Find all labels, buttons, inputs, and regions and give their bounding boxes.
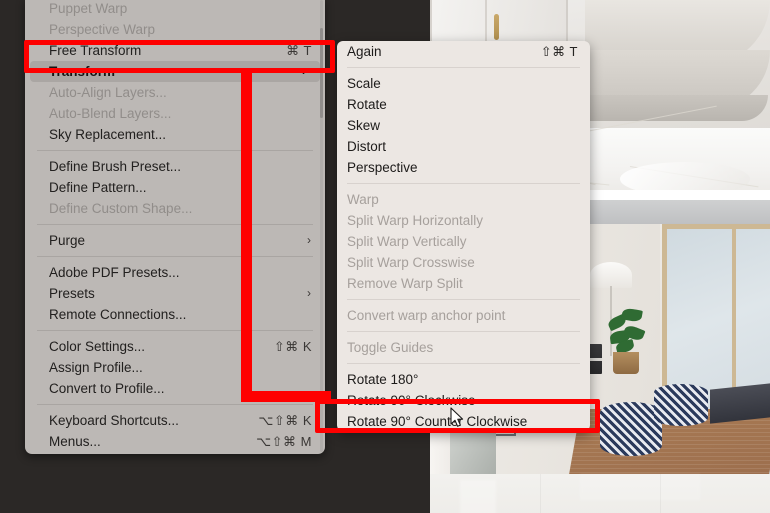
chevron-right-icon: › bbox=[307, 286, 311, 300]
submenu-item-distort[interactable]: Distort bbox=[337, 136, 590, 157]
menu-item-keyboard-shortcuts[interactable]: Keyboard Shortcuts... ⌥⇧⌘ K bbox=[25, 410, 325, 431]
menu-separator bbox=[37, 330, 313, 331]
chevron-right-icon: › bbox=[307, 233, 311, 247]
submenu-item-split-warp-vertically[interactable]: Split Warp Vertically bbox=[337, 231, 590, 252]
submenu-separator bbox=[347, 67, 580, 68]
submenu-item-label: Split Warp Vertically bbox=[347, 234, 467, 249]
menu-item-remote-connections[interactable]: Remote Connections... bbox=[25, 304, 325, 325]
menu-item-label: Remote Connections... bbox=[49, 307, 187, 322]
submenu-item-label: Split Warp Crosswise bbox=[347, 255, 475, 270]
menu-item-label: Purge bbox=[49, 233, 86, 248]
menu-item-toolbar[interactable]: Toolbar... bbox=[25, 452, 325, 454]
menu-item-label: Auto-Blend Layers... bbox=[49, 106, 172, 121]
submenu-item-label: Split Warp Horizontally bbox=[347, 213, 484, 228]
menu-item-label: Convert to Profile... bbox=[49, 381, 165, 396]
menu-separator bbox=[37, 150, 313, 151]
submenu-item-label: Warp bbox=[347, 192, 379, 207]
menu-item-label: Presets bbox=[49, 286, 95, 301]
callout-connector-vertical bbox=[241, 73, 252, 402]
menu-item-label: Color Settings... bbox=[49, 339, 146, 354]
submenu-item-toggle-guides[interactable]: Toggle Guides bbox=[337, 337, 590, 358]
menu-item-label: Sky Replacement... bbox=[49, 127, 167, 142]
submenu-item-convert-warp-anchor-point[interactable]: Convert warp anchor point bbox=[337, 305, 590, 326]
photo-plant-pot bbox=[613, 352, 639, 374]
photo-glossy-floor bbox=[430, 474, 770, 513]
menu-item-define-brush-preset[interactable]: Define Brush Preset... bbox=[25, 156, 325, 177]
submenu-item-label: Scale bbox=[347, 76, 381, 91]
menu-item-label: Menus... bbox=[49, 434, 101, 449]
menu-separator bbox=[37, 224, 313, 225]
submenu-item-label: Remove Warp Split bbox=[347, 276, 463, 291]
photo-ottoman-2 bbox=[654, 384, 708, 426]
submenu-item-label: Rotate 180° bbox=[347, 372, 419, 387]
submenu-item-perspective[interactable]: Perspective bbox=[337, 157, 590, 178]
menu-item-sky-replacement[interactable]: Sky Replacement... bbox=[25, 124, 325, 145]
mouse-cursor-arrow-icon bbox=[450, 407, 464, 427]
submenu-item-split-warp-horizontally[interactable]: Split Warp Horizontally bbox=[337, 210, 590, 231]
menu-item-perspective-warp[interactable]: Perspective Warp bbox=[25, 19, 325, 40]
submenu-item-label: Convert warp anchor point bbox=[347, 308, 506, 323]
menu-item-color-settings[interactable]: Color Settings... ⇧⌘ K bbox=[25, 336, 325, 357]
submenu-item-rotate[interactable]: Rotate bbox=[337, 94, 590, 115]
menu-item-label: Adobe PDF Presets... bbox=[49, 265, 180, 280]
transform-submenu-panel[interactable]: Again ⇧⌘ T Scale Rotate Skew Distort Per… bbox=[337, 41, 590, 431]
submenu-separator bbox=[347, 299, 580, 300]
menu-item-shortcut: ⌥⇧⌘ K bbox=[258, 413, 312, 428]
submenu-separator bbox=[347, 363, 580, 364]
menu-item-label: Assign Profile... bbox=[49, 360, 143, 375]
menu-separator bbox=[37, 256, 313, 257]
submenu-item-label: Skew bbox=[347, 118, 381, 133]
photo-ottoman-1 bbox=[600, 402, 662, 456]
photo-cabinet-handle bbox=[494, 14, 499, 40]
submenu-item-rotate-180[interactable]: Rotate 180° bbox=[337, 369, 590, 390]
submenu-item-split-warp-crosswise[interactable]: Split Warp Crosswise bbox=[337, 252, 590, 273]
menu-item-define-pattern[interactable]: Define Pattern... bbox=[25, 177, 325, 198]
photo-stair-face bbox=[590, 95, 768, 121]
menu-item-puppet-warp[interactable]: Puppet Warp bbox=[25, 0, 325, 19]
menu-item-label: Define Pattern... bbox=[49, 180, 147, 195]
submenu-separator bbox=[347, 331, 580, 332]
submenu-item-label: Again bbox=[347, 44, 382, 59]
submenu-item-warp[interactable]: Warp bbox=[337, 189, 590, 210]
submenu-item-label: Perspective bbox=[347, 160, 418, 175]
menu-item-label: Keyboard Shortcuts... bbox=[49, 413, 179, 428]
submenu-item-again[interactable]: Again ⇧⌘ T bbox=[337, 41, 590, 62]
menu-item-label: Define Custom Shape... bbox=[49, 201, 193, 216]
submenu-item-label: Distort bbox=[347, 139, 387, 154]
menu-item-assign-profile[interactable]: Assign Profile... bbox=[25, 357, 325, 378]
submenu-item-label: Rotate bbox=[347, 97, 387, 112]
menu-item-define-custom-shape[interactable]: Define Custom Shape... bbox=[25, 198, 325, 219]
menu-item-auto-blend-layers[interactable]: Auto-Blend Layers... bbox=[25, 103, 325, 124]
menu-item-purge[interactable]: Purge › bbox=[25, 230, 325, 251]
photo-potted-plant bbox=[606, 307, 646, 357]
menu-item-label: Define Brush Preset... bbox=[49, 159, 182, 174]
transform-callout-box bbox=[24, 40, 335, 73]
menu-item-label: Puppet Warp bbox=[49, 1, 128, 16]
submenu-item-label: Toggle Guides bbox=[347, 340, 434, 355]
menu-item-adobe-pdf-presets[interactable]: Adobe PDF Presets... bbox=[25, 262, 325, 283]
menu-item-auto-align-layers[interactable]: Auto-Align Layers... bbox=[25, 82, 325, 103]
photo-floor-lamp-shade bbox=[590, 262, 632, 288]
menu-item-label: Auto-Align Layers... bbox=[49, 85, 167, 100]
menu-item-menus[interactable]: Menus... ⌥⇧⌘ M bbox=[25, 431, 325, 452]
menu-item-shortcut: ⇧⌘ K bbox=[273, 339, 312, 354]
submenu-item-scale[interactable]: Scale bbox=[337, 73, 590, 94]
photo-coffee-table bbox=[710, 382, 770, 424]
menu-item-label: Perspective Warp bbox=[49, 22, 156, 37]
submenu-separator bbox=[347, 183, 580, 184]
submenu-item-shortcut: ⇧⌘ T bbox=[540, 44, 578, 59]
menu-item-presets[interactable]: Presets › bbox=[25, 283, 325, 304]
menu-separator bbox=[37, 404, 313, 405]
submenu-item-skew[interactable]: Skew bbox=[337, 115, 590, 136]
submenu-item-remove-warp-split[interactable]: Remove Warp Split bbox=[337, 273, 590, 294]
menu-item-shortcut: ⌥⇧⌘ M bbox=[256, 434, 312, 449]
